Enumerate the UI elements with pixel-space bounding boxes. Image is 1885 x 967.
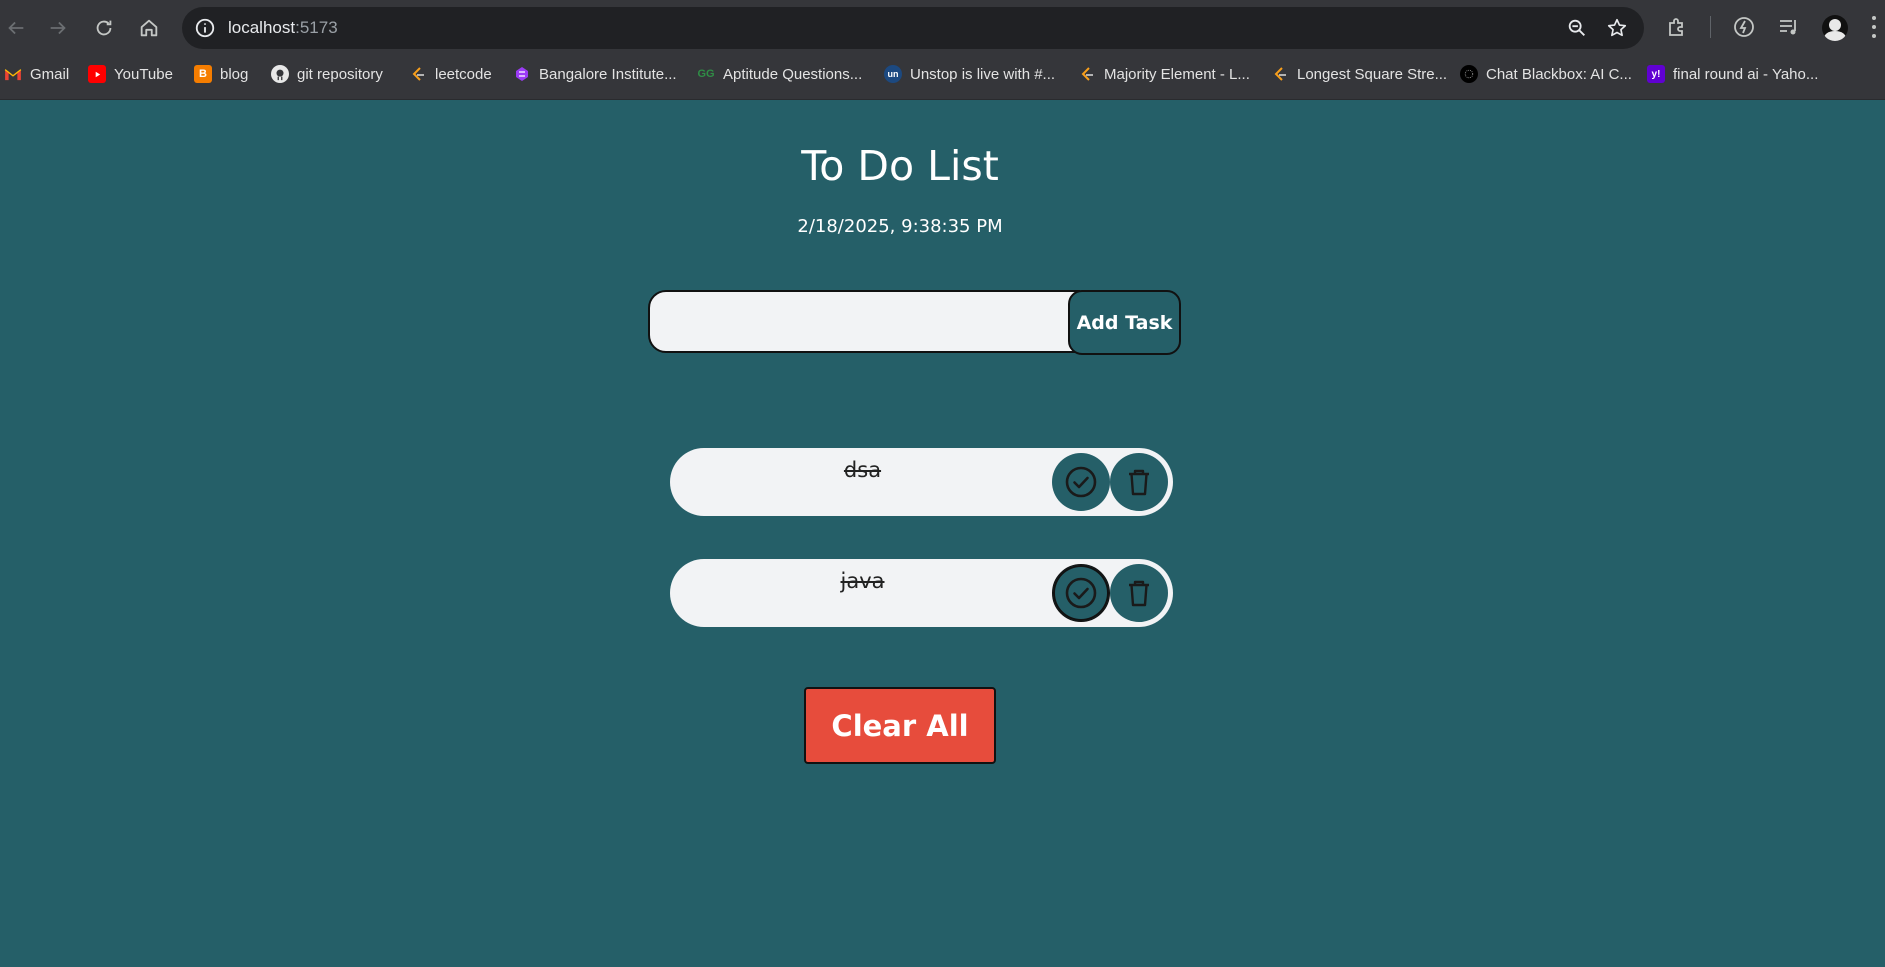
complete-task-button[interactable] xyxy=(1052,453,1110,511)
complete-task-button[interactable] xyxy=(1052,564,1110,622)
forward-button[interactable] xyxy=(44,14,72,42)
task-input[interactable] xyxy=(648,290,1080,353)
media-controls-icon[interactable] xyxy=(1777,15,1801,39)
toolbar-divider xyxy=(1710,16,1711,38)
check-circle-icon xyxy=(1065,577,1097,609)
bookmark-chat-blackbox[interactable]: Chat Blackbox: AI C... xyxy=(1460,56,1632,92)
bookmark-final-round-ai[interactable]: y! final round ai - Yaho... xyxy=(1647,56,1818,92)
home-icon xyxy=(140,19,158,37)
add-task-button[interactable]: Add Task xyxy=(1068,290,1181,355)
check-circle-icon xyxy=(1065,466,1097,498)
trash-icon xyxy=(1129,580,1149,607)
avatar-body xyxy=(1824,31,1846,41)
bookmark-star-icon[interactable] xyxy=(1606,17,1628,39)
bookmark-gmail[interactable]: Gmail xyxy=(4,56,69,92)
github-icon xyxy=(271,65,289,83)
bookmark-label: Majority Element - L... xyxy=(1104,65,1250,83)
bookmark-label: Unstop is live with #... xyxy=(910,65,1056,83)
leetcode-icon xyxy=(409,65,427,83)
bookmark-label: Bangalore Institute... xyxy=(539,65,677,83)
bookmark-blog[interactable]: B blog xyxy=(194,56,248,92)
bookmark-label: YouTube xyxy=(114,65,173,83)
reload-button[interactable] xyxy=(90,14,118,42)
bookmark-label: Chat Blackbox: AI C... xyxy=(1486,65,1632,83)
bookmarks-bar: Gmail YouTube B blog git repository leet… xyxy=(0,56,1885,100)
bookmark-unstop[interactable]: un Unstop is live with #... xyxy=(884,56,1055,92)
geeksforgeeks-icon: GG xyxy=(697,68,715,80)
performance-icon[interactable] xyxy=(1732,15,1756,39)
yahoo-icon: y! xyxy=(1647,65,1665,83)
delete-task-button[interactable] xyxy=(1110,453,1168,511)
clear-all-button[interactable]: Clear All xyxy=(804,687,996,764)
leetcode-icon xyxy=(1271,65,1289,83)
task-text: java xyxy=(840,569,885,593)
gmail-icon xyxy=(4,65,22,83)
bookmark-aptitude-questions[interactable]: GG Aptitude Questions... xyxy=(697,56,862,92)
bookmark-leetcode[interactable]: leetcode xyxy=(409,56,492,92)
bookmark-git-repository[interactable]: git repository xyxy=(271,56,383,92)
arrow-right-icon xyxy=(50,21,66,35)
blackbox-icon xyxy=(1460,65,1478,83)
bookmark-label: leetcode xyxy=(435,65,492,83)
site-info-icon[interactable] xyxy=(194,17,216,39)
home-button[interactable] xyxy=(135,14,163,42)
task-text: dsa xyxy=(843,458,882,482)
bookmark-label: final round ai - Yaho... xyxy=(1673,65,1819,83)
profile-avatar[interactable] xyxy=(1822,15,1848,41)
bookmark-bangalore-institute[interactable]: Bangalore Institute... xyxy=(513,56,677,92)
bookmark-longest-square-streak[interactable]: Longest Square Stre... xyxy=(1271,56,1447,92)
extensions-icon[interactable] xyxy=(1665,15,1689,39)
trash-icon xyxy=(1129,469,1149,496)
arrow-left-icon xyxy=(8,21,24,35)
task-item: dsa xyxy=(670,448,1173,516)
current-datetime: 2/18/2025, 9:38:35 PM xyxy=(797,216,1003,237)
bookmark-youtube[interactable]: YouTube xyxy=(88,56,173,92)
bookmark-label: blog xyxy=(220,65,249,83)
bookmark-label: git repository xyxy=(297,65,383,83)
page-title: To Do List xyxy=(801,142,999,190)
browser-toolbar: localhost:5173 xyxy=(0,0,1885,56)
address-bar[interactable]: localhost:5173 xyxy=(182,7,1644,49)
youtube-icon xyxy=(88,65,106,83)
task-item: java xyxy=(670,559,1173,627)
bangalore-institute-icon xyxy=(513,65,531,83)
leetcode-icon xyxy=(1078,65,1096,83)
url-text: localhost:5173 xyxy=(228,18,338,38)
delete-task-button[interactable] xyxy=(1110,564,1168,622)
avatar-face xyxy=(1829,19,1841,31)
bookmark-label: Gmail xyxy=(30,65,70,83)
bookmark-label: Aptitude Questions... xyxy=(723,65,863,83)
unstop-icon: un xyxy=(884,65,902,83)
reload-icon xyxy=(96,20,112,36)
blogger-icon: B xyxy=(194,65,212,83)
zoom-icon[interactable] xyxy=(1566,17,1588,39)
url-host: localhost xyxy=(228,18,296,37)
url-port: :5173 xyxy=(295,18,338,37)
bookmark-label: Longest Square Stre... xyxy=(1297,65,1448,83)
bookmark-majority-element[interactable]: Majority Element - L... xyxy=(1078,56,1250,92)
back-button[interactable] xyxy=(2,14,30,42)
browser-menu-icon[interactable] xyxy=(1871,16,1877,38)
